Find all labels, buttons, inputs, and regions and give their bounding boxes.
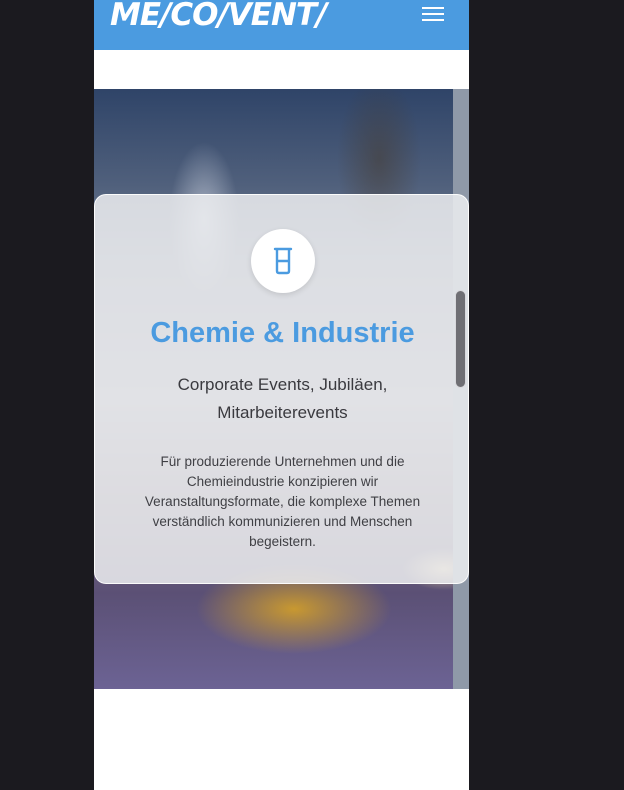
card-subtitle: Corporate Events, Jubiläen, Mitarbeitere…	[177, 375, 388, 422]
industry-card: Chemie & Industrie Corporate Events, Jub…	[94, 194, 469, 584]
beaker-icon	[251, 229, 315, 293]
hamburger-menu-icon[interactable]	[420, 5, 446, 23]
scrollbar-thumb[interactable]	[455, 290, 466, 388]
card-description: Für produzierende Unternehmen und die Ch…	[144, 454, 421, 549]
card-title: Chemie & Industrie	[150, 317, 415, 349]
mobile-viewport: ME/CO/VENT/ Chemie & Industrie Corporate…	[94, 0, 469, 790]
site-logo[interactable]: ME/CO/VENT/	[110, 0, 327, 32]
site-header: ME/CO/VENT/	[94, 0, 469, 50]
